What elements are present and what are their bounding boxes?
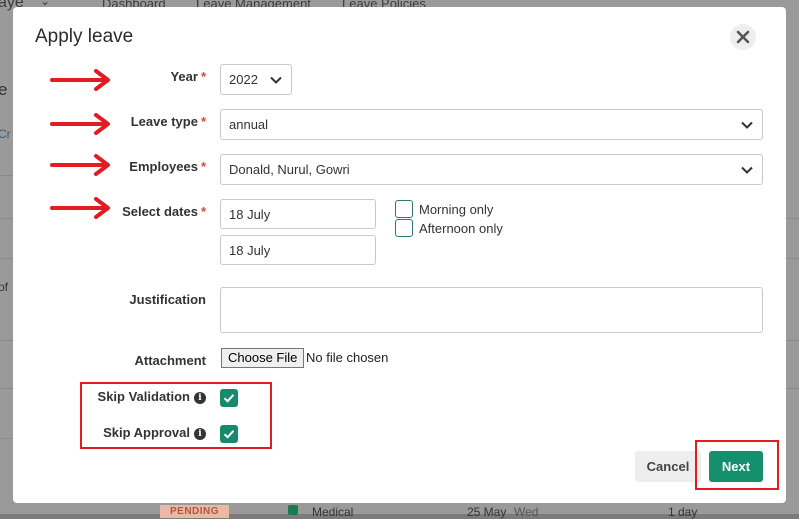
end-date-input[interactable]: 18 July [220, 235, 376, 265]
afternoon-only-checkbox[interactable] [395, 219, 413, 237]
bg-side-fragment: e [0, 80, 8, 99]
justification-label: Justification [129, 292, 206, 307]
annotation-arrow-icon [50, 113, 110, 135]
end-date-value: 18 July [229, 242, 271, 258]
morning-only-label: Morning only [419, 202, 494, 217]
bg-divider [785, 258, 799, 259]
bg-divider [0, 340, 14, 341]
bg-side-fragment: Cr [0, 127, 11, 141]
bg-date: 25 May [467, 505, 507, 519]
bg-duration: 1 day [668, 505, 698, 519]
close-icon [736, 30, 750, 44]
cancel-button[interactable]: Cancel [635, 451, 701, 482]
start-date-value: 18 July [229, 206, 271, 222]
bg-divider [0, 218, 14, 219]
status-badge: PENDING [160, 505, 230, 518]
year-value: 2022 [229, 72, 258, 87]
annotation-arrow-icon [50, 69, 110, 91]
leave-type-select[interactable]: annual [220, 109, 763, 140]
bg-divider [0, 258, 14, 259]
bg-leave-type: Medical [312, 505, 354, 519]
bg-divider [0, 175, 14, 176]
bg-divider [785, 388, 799, 389]
bg-divider [0, 388, 14, 389]
employees-select[interactable]: Donald, Nurul, Gowri [220, 154, 763, 185]
bg-weekday: Wed [514, 505, 539, 519]
chevron-down-icon [741, 121, 753, 129]
chevron-down-icon [741, 166, 753, 174]
morning-only-checkbox[interactable] [395, 200, 413, 218]
annotation-box-skip-options [80, 382, 272, 449]
dialog-title: Apply leave [35, 26, 134, 47]
afternoon-only-label: Afternoon only [419, 221, 503, 236]
bg-divider [785, 340, 799, 341]
annotation-arrow-icon [50, 154, 110, 176]
leave-type-value: annual [229, 117, 269, 132]
year-select[interactable]: 2022 [220, 64, 292, 95]
bg-divider [785, 218, 799, 219]
attachment-label: Attachment [134, 353, 206, 368]
file-status: No file chosen [306, 350, 389, 365]
justification-textarea[interactable] [220, 287, 763, 333]
close-button[interactable] [730, 24, 756, 50]
bg-side-fragment: of [0, 280, 9, 294]
bg-divider [0, 438, 14, 439]
bg-table-row: PENDING Medical 25 May Wed 1 day [0, 503, 799, 519]
choose-file-button[interactable]: Choose File [221, 348, 305, 368]
employees-value: Donald, Nurul, Gowri [229, 162, 350, 177]
start-date-input[interactable]: 18 July [220, 199, 376, 229]
annotation-box-next [695, 440, 779, 490]
annotation-arrow-icon [50, 197, 110, 219]
chevron-down-icon [270, 76, 282, 84]
